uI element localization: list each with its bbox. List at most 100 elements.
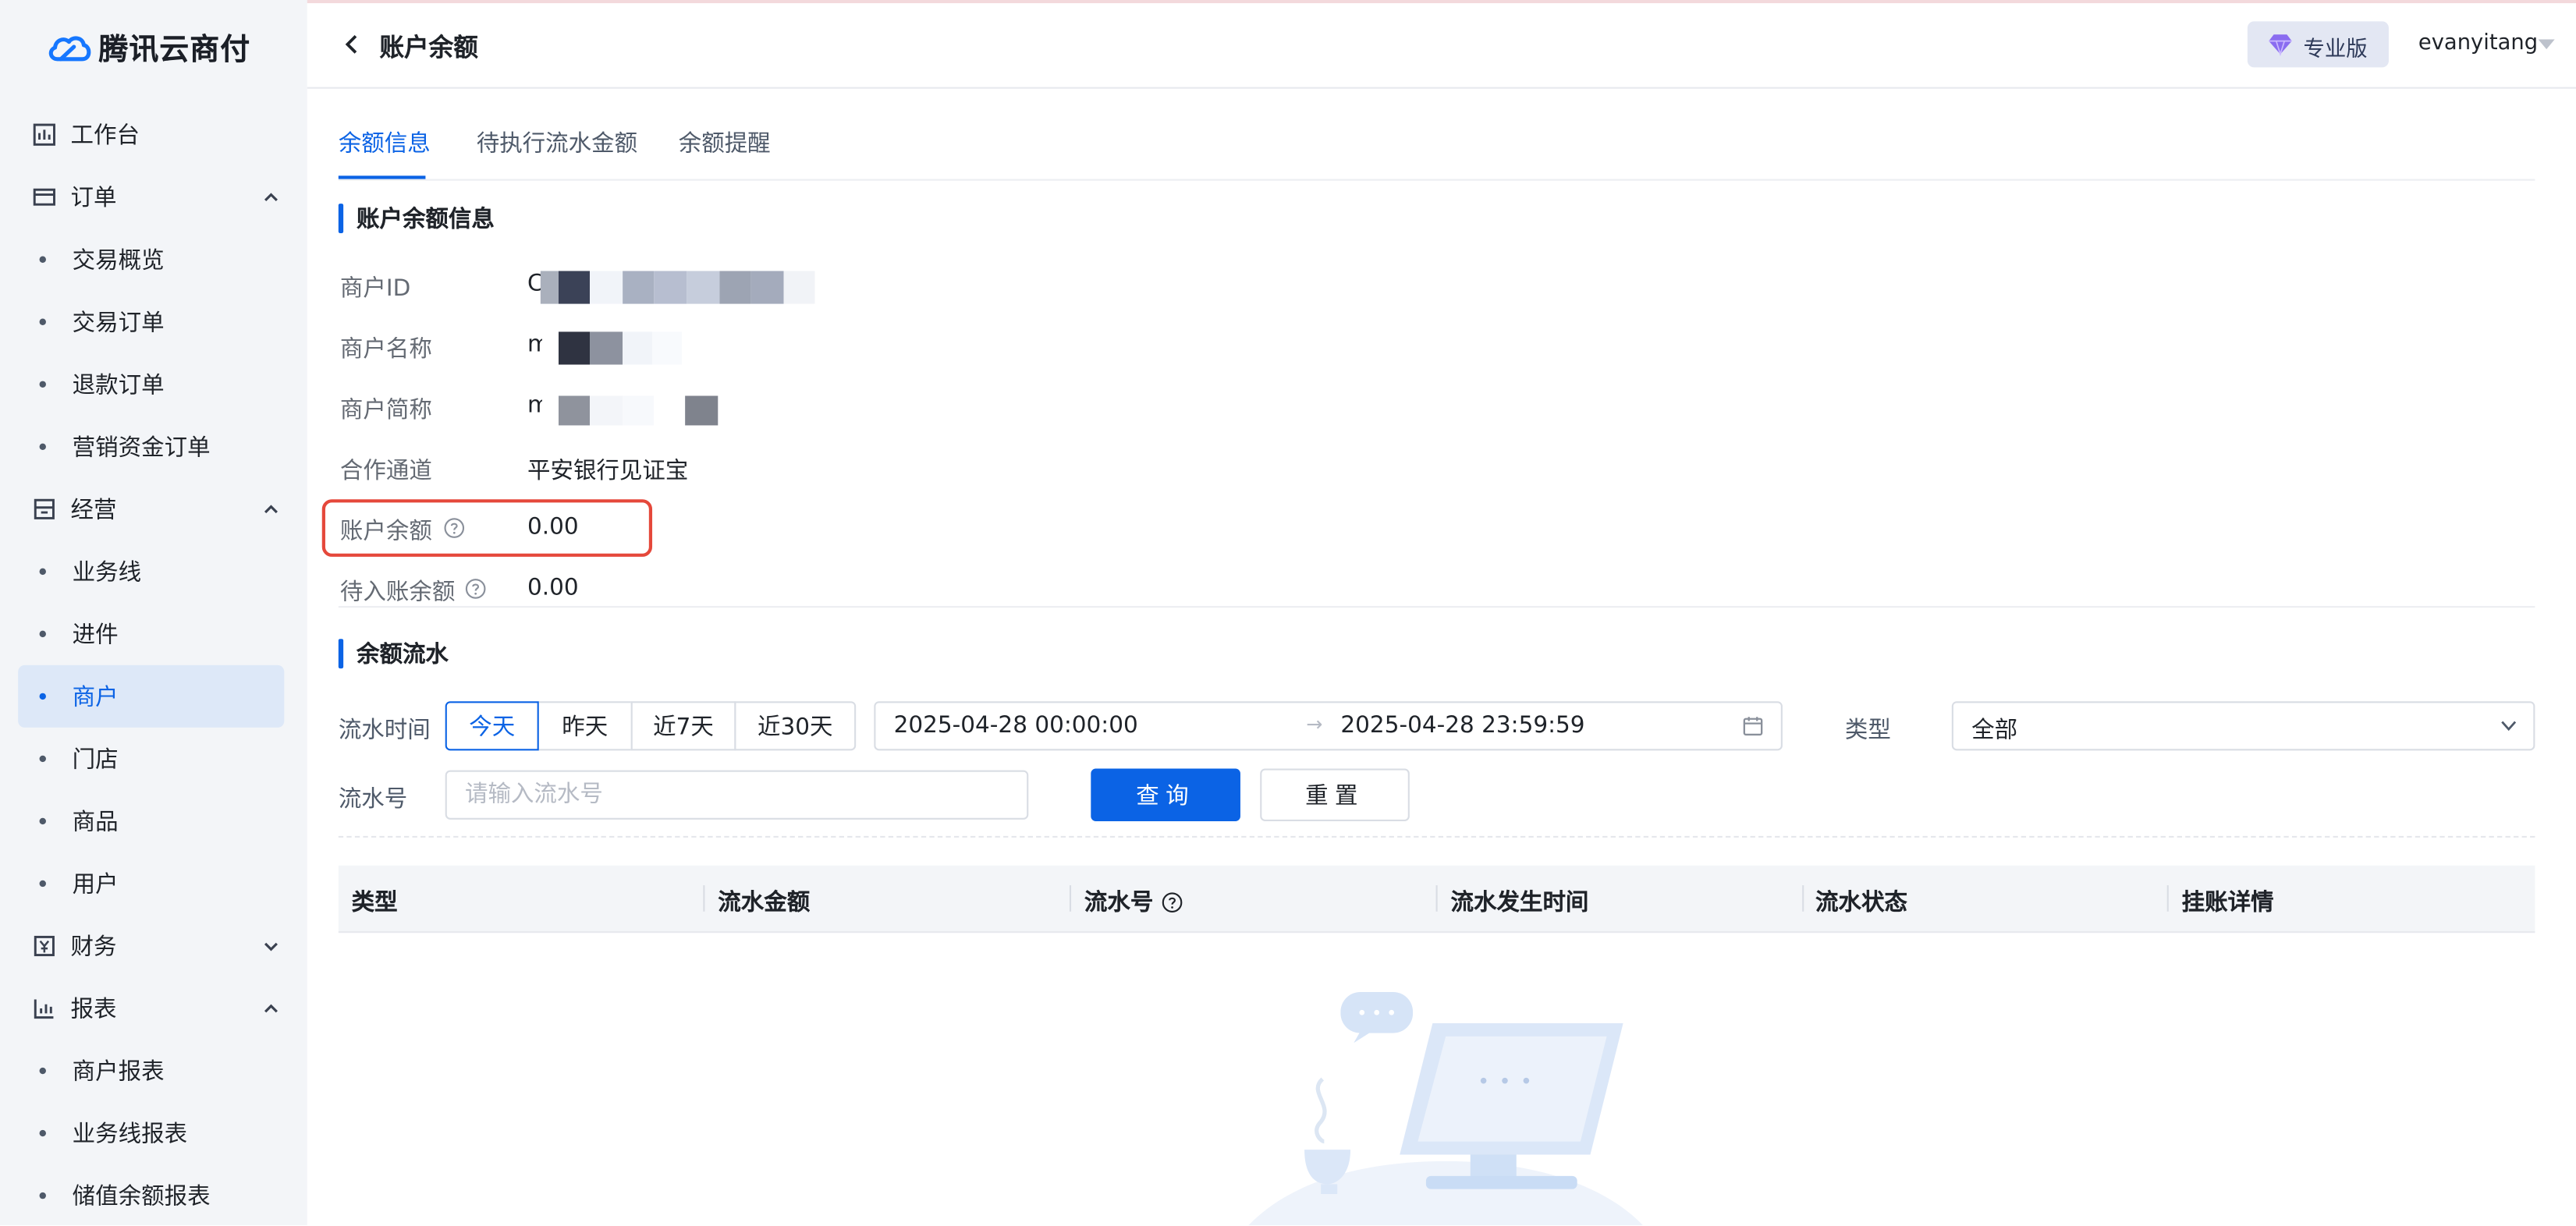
tab-balance-alert[interactable]: 余额提醒	[679, 126, 771, 159]
sidebar-group-order[interactable]: 订单	[0, 166, 307, 229]
sidebar-item-onboarding[interactable]: 进件	[0, 603, 307, 665]
column-separator[interactable]	[703, 885, 705, 912]
sidebar-item-business-line-report[interactable]: 业务线报表	[0, 1102, 307, 1164]
section-accent	[338, 639, 344, 669]
bullet-icon	[39, 630, 46, 638]
caret-down-icon[interactable]	[2538, 39, 2555, 50]
bullet-icon	[39, 318, 46, 325]
column-separator[interactable]	[1435, 885, 1438, 912]
range-yesterday-button[interactable]: 昨天	[537, 701, 633, 751]
column-separator[interactable]	[2166, 885, 2169, 912]
user-menu[interactable]: evanyitang	[2418, 31, 2538, 56]
sidebar-item-label: 交易概览	[72, 247, 165, 275]
redacted-mosaic	[541, 331, 682, 365]
help-circle-icon[interactable]	[444, 517, 465, 538]
active-highlight	[18, 664, 285, 728]
column-header-amount: 流水金额	[718, 885, 810, 918]
date-range-picker[interactable]: 2025-04-28 00:00:00 → 2025-04-28 23:59:5…	[874, 701, 1783, 751]
sidebar-item-user[interactable]: 用户	[0, 852, 307, 915]
search-button[interactable]: 查询	[1091, 768, 1240, 821]
column-separator[interactable]	[1802, 885, 1804, 912]
help-circle-icon[interactable]	[465, 578, 486, 599]
account-balance-label: 账户余额	[339, 519, 432, 546]
tab-balance-info[interactable]: 余额信息	[339, 126, 431, 159]
sidebar-item-marketing-orders[interactable]: 营销资金订单	[0, 416, 307, 478]
reset-button[interactable]: 重置	[1260, 768, 1410, 821]
pending-balance-label: 待入账余额	[339, 579, 456, 607]
sidebar-item-workbench[interactable]: 工作台	[0, 104, 307, 166]
sidebar-group-operation[interactable]: 经营	[0, 478, 307, 540]
channel-value: 平安银行见证宝	[527, 458, 689, 485]
flow-no-input[interactable]	[445, 770, 1029, 820]
range-today-button[interactable]: 今天	[445, 701, 539, 751]
sidebar-item-label: 门店	[72, 747, 119, 774]
column-header-label: 流水号	[1084, 890, 1154, 917]
bullet-icon	[39, 755, 46, 763]
sidebar-item-label: 业务线	[72, 560, 142, 586]
dashed-divider	[338, 835, 2535, 838]
bullet-icon	[39, 693, 46, 700]
help-circle-icon[interactable]	[1162, 891, 1183, 912]
sidebar-item-label: 退款订单	[72, 373, 165, 399]
redacted-mosaic	[541, 395, 719, 426]
sidebar-item-label: 工作台	[70, 122, 140, 150]
edition-badge[interactable]: 专业版	[2247, 21, 2389, 68]
sidebar-group-finance[interactable]: 财务	[0, 915, 307, 977]
merchant-short-name-label: 商户简称	[339, 397, 432, 424]
sidebar-item-label: 业务线报表	[72, 1121, 188, 1149]
column-header-flow-no: 流水号	[1084, 885, 1183, 918]
tab-pending-flow[interactable]: 待执行流水金额	[477, 126, 637, 159]
sidebar-item-label: 营销资金订单	[72, 435, 211, 462]
end-time-value[interactable]: 2025-04-28 23:59:59	[1340, 713, 1584, 739]
range-7days-button[interactable]: 近7天	[630, 701, 736, 751]
redacted-mosaic	[540, 271, 815, 304]
app-logo[interactable]: 腾讯云商付	[46, 23, 250, 72]
sidebar-item-label: 商户报表	[72, 1059, 165, 1086]
type-label: 类型	[1844, 718, 1891, 744]
range-30days-button[interactable]: 近30天	[734, 701, 857, 751]
sidebar-item-label: 商品	[72, 810, 119, 836]
section-title: 余额流水	[356, 642, 449, 669]
sidebar-group-report[interactable]: 报表	[0, 977, 307, 1040]
bullet-icon	[39, 568, 46, 576]
back-arrow-icon[interactable]	[342, 33, 361, 55]
merchant-id-label: 商户ID	[339, 275, 411, 303]
column-header-label: 流水状态	[1815, 890, 1907, 917]
edition-label: 专业版	[2303, 37, 2368, 63]
sidebar-item-store[interactable]: 门店	[0, 728, 307, 790]
sidebar-item-trade-overview[interactable]: 交易概览	[0, 229, 307, 291]
sidebar-item-product[interactable]: 商品	[0, 790, 307, 852]
card-icon	[33, 188, 55, 206]
column-header-label: 流水金额	[718, 890, 811, 917]
sidebar-item-merchant-report[interactable]: 商户报表	[0, 1040, 307, 1102]
bullet-icon	[39, 1192, 46, 1199]
flow-time-label: 流水时间	[338, 718, 431, 744]
quick-range-group: 今天 昨天 近7天 近30天	[445, 701, 857, 751]
column-separator[interactable]	[1069, 885, 1072, 912]
dashboard-icon	[33, 123, 55, 146]
type-select[interactable]: 全部	[1951, 701, 2535, 751]
active-tab-indicator	[338, 175, 426, 179]
chevron-up-icon	[264, 1004, 278, 1013]
page-title: 账户余额	[379, 33, 478, 63]
channel-label: 合作通道	[339, 458, 432, 485]
app-name: 腾讯云商付	[98, 33, 251, 68]
column-header-label: 挂账详情	[2181, 890, 2274, 917]
table-header: 类型 流水金额 流水号 流水发生时间 流水状态 挂账详情	[338, 865, 2535, 934]
sidebar-item-stored-value-report[interactable]: 储值余额报表	[0, 1164, 307, 1225]
sidebar-group-label: 订单	[70, 185, 117, 212]
sidebar-item-refund-orders[interactable]: 退款订单	[0, 353, 307, 416]
sidebar-item-merchant[interactable]: 商户	[0, 664, 307, 728]
chevron-down-icon	[264, 942, 278, 951]
sidebar-item-trade-orders[interactable]: 交易订单	[0, 291, 307, 353]
sidebar-item-label: 进件	[72, 622, 119, 649]
sidebar-item-label: 商户	[72, 685, 119, 711]
section-title: 账户余额信息	[356, 207, 495, 234]
sidebar-group-label: 财务	[70, 934, 117, 961]
start-time-value[interactable]: 2025-04-28 00:00:00	[894, 713, 1138, 739]
sidebar: 腾讯云商付 工作台 订单 交易概览 交易订单 退款订单 营销资金订单 经营 业务…	[0, 0, 307, 1226]
bullet-icon	[39, 817, 46, 825]
calendar-icon	[1743, 717, 1763, 736]
sidebar-item-business-line[interactable]: 业务线	[0, 540, 307, 603]
column-header-label: 类型	[351, 890, 398, 917]
